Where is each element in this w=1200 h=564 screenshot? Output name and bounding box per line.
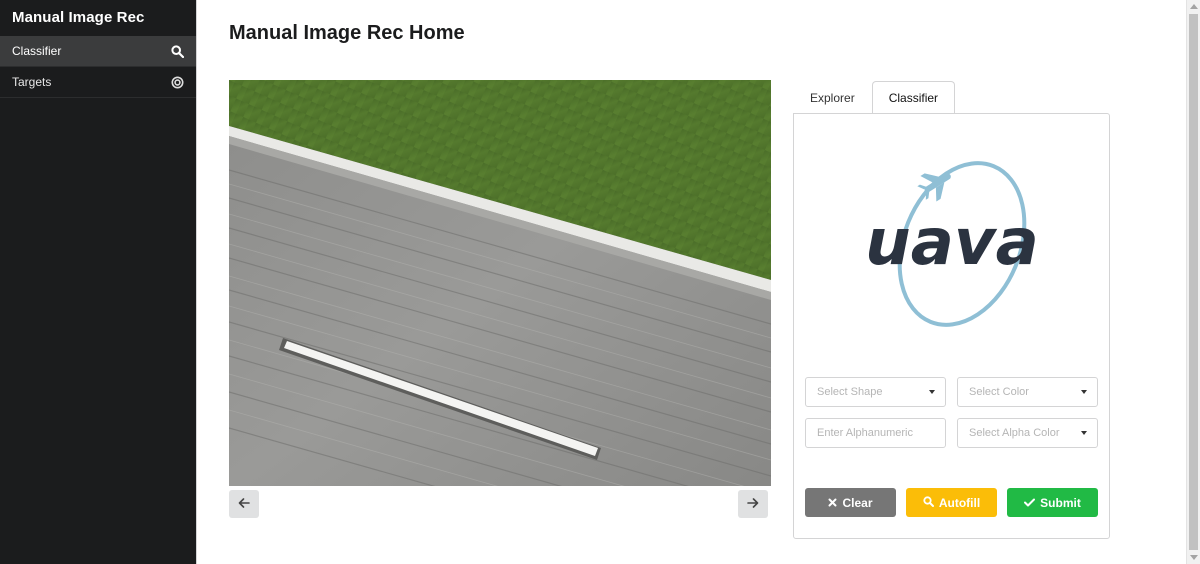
caret-down-icon xyxy=(929,390,935,394)
caret-down-icon xyxy=(1081,390,1087,394)
alphanumeric-input[interactable]: Enter Alphanumeric xyxy=(805,418,946,448)
close-icon xyxy=(828,496,837,510)
aerial-runway-image xyxy=(229,80,771,486)
sidebar-item-classifier[interactable]: Classifier xyxy=(0,36,196,67)
sidebar-item-targets[interactable]: Targets xyxy=(0,67,196,98)
caret-down-icon xyxy=(1081,431,1087,435)
vertical-scrollbar[interactable] xyxy=(1186,0,1200,564)
panel-tabs: Explorer Classifier xyxy=(793,80,956,114)
uava-logo: uava xyxy=(852,156,1052,332)
submit-button-label: Submit xyxy=(1040,495,1081,510)
main-content: Manual Image Rec Home Explorer Classifie… xyxy=(196,0,1186,564)
next-image-button[interactable] xyxy=(738,490,768,518)
clear-button[interactable]: Clear xyxy=(805,488,896,517)
shape-select-placeholder: Select Shape xyxy=(817,386,883,398)
search-icon xyxy=(923,495,934,510)
autofill-button[interactable]: Autofill xyxy=(906,488,997,517)
sidebar-item-label: Targets xyxy=(12,75,52,89)
scroll-down-icon[interactable] xyxy=(1190,555,1198,560)
target-icon xyxy=(171,76,184,89)
tab-classifier[interactable]: Classifier xyxy=(871,81,956,114)
arrow-right-icon xyxy=(747,495,759,513)
logo-text: uava xyxy=(865,206,1039,280)
arrow-left-icon xyxy=(238,495,250,513)
checkmark-icon xyxy=(1024,496,1036,510)
page-title: Manual Image Rec Home xyxy=(229,22,465,44)
clear-button-label: Clear xyxy=(842,495,873,510)
sidebar-item-label: Classifier xyxy=(12,44,62,58)
color-select[interactable]: Select Color xyxy=(957,377,1098,407)
sidebar: Manual Image Rec Classifier Targets xyxy=(0,0,196,564)
alpha-color-select[interactable]: Select Alpha Color xyxy=(957,418,1098,448)
scroll-up-icon[interactable] xyxy=(1190,4,1198,9)
autofill-button-label: Autofill xyxy=(938,495,981,510)
search-icon xyxy=(171,44,184,58)
alpha-color-select-placeholder: Select Alpha Color xyxy=(969,427,1060,439)
classifier-panel: uava Select Shape Select Color Enter Alp… xyxy=(793,113,1110,539)
shape-select[interactable]: Select Shape xyxy=(805,377,946,407)
scrollbar-thumb[interactable] xyxy=(1189,14,1198,550)
color-select-placeholder: Select Color xyxy=(969,386,1029,398)
previous-image-button[interactable] xyxy=(229,490,259,518)
alphanumeric-input-placeholder: Enter Alphanumeric xyxy=(817,427,913,439)
tab-explorer[interactable]: Explorer xyxy=(793,80,872,114)
submit-button[interactable]: Submit xyxy=(1007,488,1098,517)
app-title: Manual Image Rec xyxy=(12,9,145,26)
